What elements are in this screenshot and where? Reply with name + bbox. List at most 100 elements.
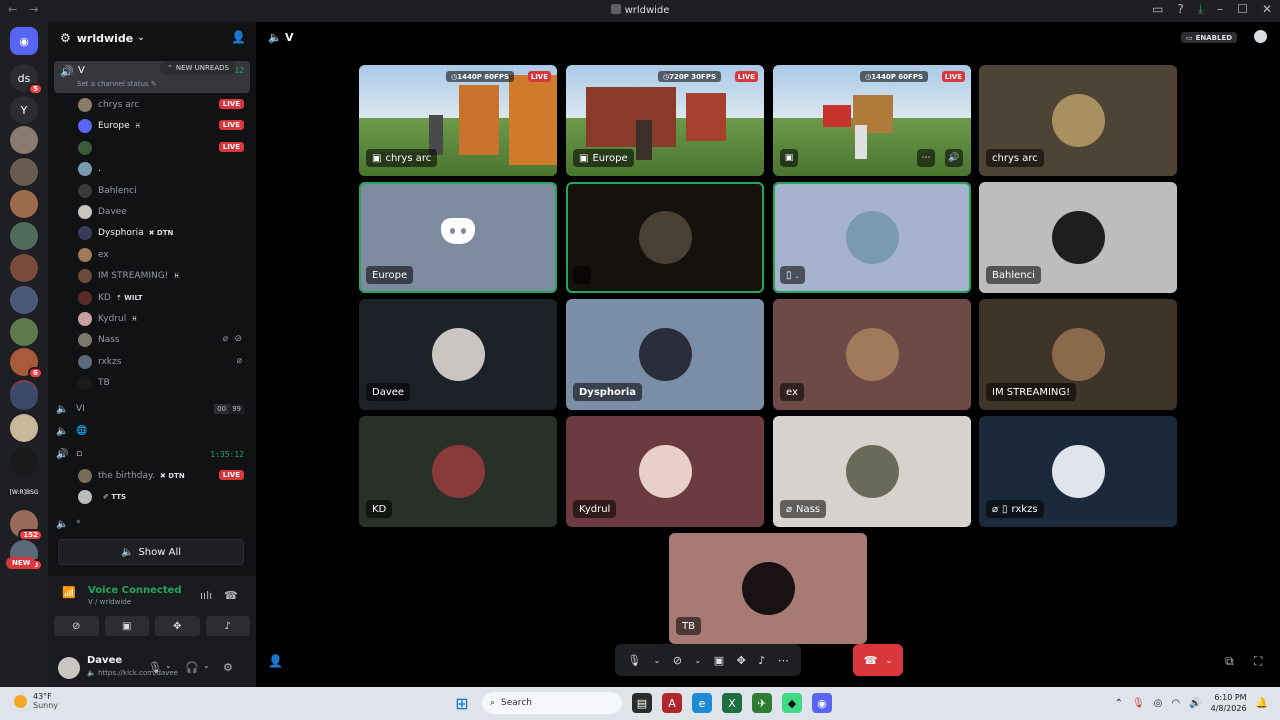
weather-widget[interactable]: 43°F Sunny — [14, 692, 58, 710]
chevron-down-icon[interactable]: ⌄ — [203, 661, 210, 670]
participant-tile[interactable]: ⌀ Nass — [773, 416, 971, 527]
disconnect-icon[interactable]: ☎ — [224, 589, 238, 602]
channel-member[interactable]: Europe ♓ LIVE — [78, 116, 244, 136]
share-screen-icon[interactable]: ▣ — [714, 654, 724, 667]
chevron-up-icon[interactable]: ⌃ — [1115, 698, 1123, 709]
soundboard-button[interactable]: ♪ — [205, 616, 250, 636]
server-icon[interactable]: 152 — [10, 510, 43, 541]
voice-location[interactable]: V / wrldwide — [88, 598, 131, 606]
new-unreads-pill[interactable]: ⌃ NEW UNREADS — [160, 61, 236, 75]
participant-tile[interactable]: TB — [669, 533, 867, 644]
discord-icon[interactable]: ◉ — [812, 693, 832, 713]
channel-member[interactable]: KD ⇡ WILT — [78, 288, 244, 308]
server-icon[interactable]: 6 — [10, 348, 43, 379]
voice-status[interactable]: Voice Connected — [88, 585, 182, 596]
server-icon[interactable] — [10, 382, 38, 410]
more-options-icon[interactable]: ⋯ — [917, 149, 935, 167]
more-options-icon[interactable]: ⋯ — [778, 654, 789, 667]
headphones-icon[interactable]: 🎧 — [185, 661, 199, 674]
channel-member[interactable]: IM STREAMING! ♓ — [78, 266, 244, 286]
microphone-icon[interactable]: 🎙 — [1132, 698, 1145, 709]
server-icon[interactable] — [10, 254, 38, 282]
server-icon[interactable] — [10, 286, 38, 314]
windows-start-icon[interactable]: ⊞ — [452, 693, 472, 713]
share-screen-button[interactable]: ▣ — [104, 616, 149, 636]
minimize-button[interactable]: – — [1217, 2, 1223, 17]
maximize-button[interactable]: ☐ — [1237, 2, 1248, 17]
participant-tile[interactable]: ex — [773, 299, 971, 410]
signal-icon[interactable]: 📶 — [62, 586, 76, 599]
server-header[interactable]: ⚙ wrldwide ⌄ 👤 — [48, 22, 256, 54]
settings-gear-icon[interactable]: ⚙ — [223, 661, 233, 674]
username[interactable]: Davee — [87, 655, 122, 666]
channel-member[interactable]: . — [78, 159, 244, 179]
participant-tile[interactable]: KD — [359, 416, 557, 527]
soundboard-icon[interactable]: ♪ — [758, 654, 765, 667]
participant-tile[interactable]: ⌀ ▯ rxkzs — [979, 416, 1177, 527]
channel-member[interactable]: Bahlenci — [78, 181, 244, 201]
server-icon[interactable] — [10, 158, 38, 186]
chevron-down-icon[interactable]: ⌄ — [654, 656, 661, 665]
channel-member[interactable]: TB — [78, 373, 244, 393]
wifi-icon[interactable]: ◠ — [1171, 698, 1180, 709]
voice-channel-globe[interactable]: 🔈 🌐 — [56, 421, 248, 441]
channel-member[interactable]: Davee — [78, 202, 244, 222]
invite-people-icon[interactable]: 👤 — [231, 30, 246, 44]
server-icon[interactable] — [10, 126, 38, 154]
camera-off-icon[interactable]: ⊘ — [673, 654, 682, 667]
participant-tile[interactable]: Davee — [359, 299, 557, 410]
clock[interactable]: 6:10 PM 4/8/2026 — [1211, 692, 1247, 714]
server-icon[interactable] — [10, 318, 38, 346]
inbox-icon[interactable]: ▭ — [1152, 2, 1163, 17]
participant-tile[interactable]: Europe — [359, 182, 557, 293]
volume-icon[interactable]: 🔊 — [1189, 698, 1201, 709]
participant-tile[interactable]: IM STREAMING! — [979, 299, 1177, 410]
channel-member[interactable]: Nass ⊘ ⌀ — [78, 330, 244, 350]
channel-member[interactable]: rxkzs ⌀ — [78, 352, 244, 372]
channel-member[interactable]: Kydrul ♓ — [78, 309, 244, 329]
volume-icon[interactable]: 🔊 — [945, 149, 963, 167]
help-icon[interactable]: ? — [1177, 2, 1183, 17]
chevron-down-icon[interactable]: ⌄ — [165, 661, 172, 670]
channel-member[interactable]: LIVE — [78, 138, 244, 158]
discord-home-icon[interactable]: ◉ — [10, 27, 38, 55]
chevron-down-icon[interactable]: ⌄ — [695, 656, 702, 665]
member-tts[interactable]: ✐ TTS — [78, 487, 244, 507]
popout-icon[interactable]: ⧉ — [1225, 654, 1234, 669]
microphone-icon[interactable]: 🎙 — [148, 661, 162, 674]
voice-channel-vi[interactable]: 🔈 VI 00 99 — [56, 399, 248, 419]
stream-tile[interactable]: ◷ 720P 30FPS LIVE ▣ Europe — [566, 65, 764, 176]
server-icon[interactable] — [10, 448, 38, 476]
download-icon[interactable]: ⤓ — [1198, 2, 1203, 17]
server-icon[interactable] — [10, 190, 38, 218]
microphone-icon[interactable]: 🎙 — [627, 654, 641, 667]
server-icon[interactable]: [W:R]BSG — [10, 478, 38, 506]
app-icon[interactable]: ✈ — [752, 693, 772, 713]
channel-member[interactable]: ex — [78, 245, 244, 265]
invite-icon[interactable]: 👤 — [268, 654, 283, 668]
channel-status[interactable]: Set a channel status ✎ — [77, 80, 157, 88]
enabled-badge[interactable]: ▭ ENABLED — [1181, 32, 1238, 43]
participant-tile[interactable] — [566, 182, 764, 293]
notifications-icon[interactable]: 🔔 — [1256, 698, 1268, 709]
new-servers-badge[interactable]: NEW — [6, 557, 37, 569]
edge-icon[interactable]: e — [692, 693, 712, 713]
close-button[interactable]: ✕ — [1262, 2, 1272, 17]
channel-member[interactable]: chrys arc LIVE — [78, 95, 244, 115]
camera-off-button[interactable]: ⊘ — [54, 616, 99, 636]
participant-tile[interactable]: Kydrul — [566, 416, 764, 527]
stream-tile[interactable]: ◷ 1440P 60FPS LIVE ▣ ⋯ 🔊 — [773, 65, 971, 176]
chat-bubble-icon[interactable] — [1254, 30, 1267, 43]
avatar[interactable] — [58, 657, 80, 679]
server-icon[interactable]: Y — [10, 96, 38, 124]
server-icon[interactable] — [10, 414, 38, 442]
show-all-button[interactable]: 🔈 Show All — [58, 539, 244, 565]
activities-icon[interactable]: ✥ — [737, 654, 746, 667]
app-icon[interactable]: A — [662, 693, 682, 713]
activities-button[interactable]: ✥ — [155, 616, 200, 636]
voice-channel-star[interactable]: 🔈 * — [56, 514, 248, 534]
app-icon[interactable]: ◆ — [782, 693, 802, 713]
voice-channel-active[interactable]: 🔊 ▫ 1:35:12 — [56, 444, 248, 464]
taskbar-search[interactable]: ⌕ Search — [482, 692, 622, 714]
channel-member[interactable]: Dysphoria ✖ DTN — [78, 223, 244, 243]
